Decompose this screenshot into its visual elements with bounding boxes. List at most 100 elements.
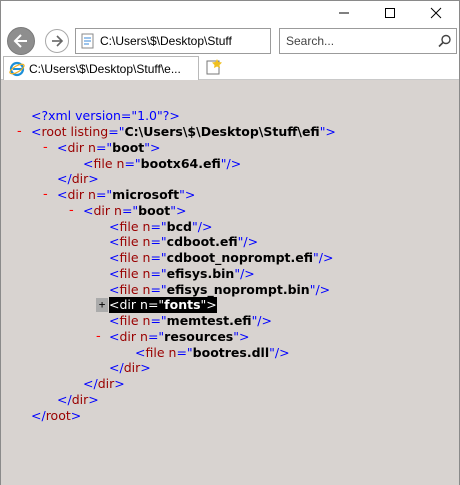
xml-tag-name: file (93, 155, 113, 171)
xml-bracket: "/> (234, 265, 255, 281)
xml-bracket: "/> (251, 313, 272, 328)
xml-tag-name: file (119, 313, 139, 328)
search-input[interactable]: Search... (286, 34, 334, 48)
xml-line[interactable]: <file n="cdboot.efi"/> (109, 234, 258, 250)
xml-bracket: </ (109, 360, 124, 376)
xml-attr-eq: =" (150, 234, 167, 250)
xml-line[interactable]: <dir n="boot"> (83, 203, 187, 219)
xml-bracket: </ (83, 376, 98, 391)
minimize-button[interactable] (321, 1, 367, 25)
xml-attr-name: n (84, 139, 96, 155)
xml-line[interactable]: <dir n="microsoft"> (57, 187, 195, 203)
xml-attr-value: boot (112, 139, 145, 155)
xml-bracket: < (83, 202, 94, 218)
xml-tag-name: dir (97, 376, 115, 391)
xml-bracket: < (109, 297, 120, 313)
xml-bracket: > (70, 407, 82, 423)
xml-tag-name: dir (119, 297, 137, 313)
collapse-toggle[interactable]: - (96, 329, 101, 345)
xml-bracket: "/> (313, 250, 334, 265)
page-icon (81, 33, 94, 49)
collapse-toggle[interactable]: - (43, 140, 48, 156)
xml-bracket: < (83, 155, 94, 171)
xml-attr-name: n (84, 187, 96, 202)
xml-bracket: "> (319, 124, 336, 139)
xml-attr-eq: =" (150, 265, 167, 281)
xml-line[interactable]: <dir n="resources"> (109, 329, 249, 345)
xml-line[interactable]: <root listing="C:\Users\$\Desktop\Stuff\… (31, 124, 336, 140)
address-bar[interactable]: C:\Users\$\Desktop\Stuff ▾ ↻ (75, 28, 340, 54)
maximize-button[interactable] (367, 1, 413, 25)
xml-attr-eq: =" (95, 187, 113, 202)
close-icon (430, 7, 442, 19)
forward-button[interactable] (45, 29, 69, 53)
collapse-toggle[interactable]: - (17, 124, 22, 140)
xml-declaration: <?xml version="1.0"?> (31, 108, 180, 123)
xml-attr-value: C:\Users\$\Desktop\Stuff\efi (124, 124, 320, 139)
collapse-toggle[interactable]: - (69, 203, 74, 219)
xml-attr-name: n (138, 234, 151, 250)
xml-attr-name: n (136, 328, 148, 344)
xml-bracket: > (114, 376, 125, 391)
xml-attr-value: resources (164, 328, 234, 344)
expand-toggle[interactable]: + (96, 298, 108, 313)
xml-tag-name: dir (71, 391, 89, 407)
xml-attr-eq: =" (150, 218, 167, 234)
xml-attr-name: n (138, 281, 151, 297)
xml-bracket: "> (144, 139, 161, 155)
xml-attr-value: cdboot.efi (166, 234, 238, 250)
xml-line[interactable]: <dir n="boot"> (57, 140, 161, 156)
xml-line[interactable]: <file n="bootx64.efi"/> (83, 156, 241, 172)
new-tab-icon[interactable] (205, 58, 223, 76)
xml-attr-value: bcd (166, 218, 192, 234)
xml-bracket: < (109, 218, 120, 234)
xml-line[interactable]: </dir> (109, 360, 151, 376)
xml-line[interactable]: <file n="memtest.efi"/> (109, 313, 272, 329)
xml-attr-name: n (138, 265, 151, 281)
xml-tag-name: root (41, 124, 67, 139)
xml-line[interactable]: <file n="efisys_noprompt.bin"/> (109, 282, 330, 298)
xml-tag-name: dir (119, 328, 137, 344)
xml-attr-eq: =" (108, 124, 125, 139)
xml-attr-value: bootres.dll (192, 344, 270, 360)
xml-attr-value: fonts (164, 297, 201, 313)
xml-bracket: "> (200, 297, 217, 313)
xml-line[interactable]: <file n="bootres.dll"/> (135, 345, 290, 361)
xml-attr-value: boot (138, 202, 171, 218)
xml-line[interactable]: <file n="efisys.bin"/> (109, 266, 255, 282)
collapse-toggle[interactable]: - (43, 187, 48, 203)
xml-bracket: < (135, 344, 146, 360)
xml-bracket: "> (170, 202, 187, 218)
xml-line[interactable]: </dir> (57, 392, 99, 408)
search-box[interactable]: Search... (279, 28, 457, 54)
xml-bracket: < (57, 139, 68, 155)
xml-tag-name: file (119, 250, 139, 265)
xml-attr-eq: =" (147, 297, 165, 313)
xml-bracket: "/> (269, 344, 290, 360)
xml-line-selected[interactable]: <dir n="fonts"> (109, 297, 217, 314)
back-button[interactable] (7, 27, 35, 55)
xml-attr-eq: =" (150, 250, 167, 265)
minimize-icon (339, 12, 349, 14)
arrow-right-icon (52, 35, 64, 47)
xml-view: <?xml version="1.0"?> - <root listing="C:… (1, 81, 459, 485)
xml-bracket: > (88, 391, 99, 407)
close-button[interactable] (413, 1, 459, 25)
xml-bracket: > (88, 171, 99, 187)
xml-bracket: < (31, 124, 42, 139)
search-icon[interactable] (438, 34, 452, 48)
xml-line[interactable]: </dir> (83, 376, 125, 392)
xml-bracket: < (57, 187, 68, 202)
xml-line[interactable]: <file n="bcd"/> (109, 219, 212, 235)
xml-tag-name: file (119, 265, 139, 281)
xml-bracket: </ (31, 407, 46, 423)
xml-line[interactable]: <file n="cdboot_noprompt.efi"/> (109, 250, 333, 266)
xml-attr-eq: =" (147, 328, 165, 344)
xml-line[interactable]: </root> (31, 408, 81, 424)
tab-active[interactable]: C:\Users\$\Desktop\Stuff\e... (3, 56, 199, 80)
xml-attr-name: n (138, 313, 151, 328)
xml-bracket: "/> (309, 281, 331, 297)
xml-attr-value: bootx64.efi (140, 155, 221, 171)
xml-line[interactable]: </dir> (57, 171, 99, 187)
xml-bracket: < (109, 265, 120, 281)
